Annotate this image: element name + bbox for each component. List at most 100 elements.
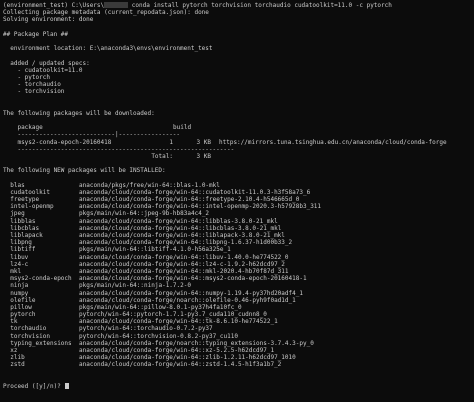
install-package-name: libuv — [10, 253, 29, 261]
terminal-window[interactable]: (environment_test) C:\Users\ conda insta… — [0, 0, 474, 402]
install-package-row: libcblas anaconda/cloud/conda-forge/win-6… — [3, 225, 474, 232]
install-package-spec: anaconda/cloud/conda-forge/win-64::libuv… — [79, 253, 289, 261]
install-package-name: pillow — [10, 303, 32, 311]
install-package-name: tk — [10, 318, 18, 326]
install-package-list: blas anaconda/pkgs/free/win-64::blas-1.0-… — [3, 182, 474, 369]
spec-item: - torchaudio — [17, 81, 61, 89]
install-package-row: zlib anaconda/cloud/conda-forge/win-64::z… — [3, 354, 474, 361]
install-package-name: freetype — [10, 196, 40, 204]
install-package-spec: anaconda/cloud/conda-forge/win-64::zstd-… — [79, 361, 282, 369]
install-package-row: libuv anaconda/cloud/conda-forge/win-64::… — [3, 254, 474, 261]
download-row: msys2-conda-epoch-20160418 1 3 KB https://m… — [3, 139, 474, 146]
install-package-name: blas — [10, 181, 25, 189]
command-text: conda install pytorch torchvision torcha… — [131, 2, 392, 9]
status-line: Solving environment: done — [3, 16, 94, 24]
install-package-row: freetype anaconda/cloud/conda-forge/win-6… — [3, 196, 474, 203]
download-size: 3 KB — [196, 138, 211, 146]
install-package-spec: anaconda/cloud/conda-forge/win-64::libla… — [79, 232, 285, 239]
install-package-spec: pytorch/win-64::pytorch-1.7.1-py3.7_cuda… — [79, 311, 267, 319]
install-package-row: liblapack anaconda/cloud/conda-forge/win-… — [3, 232, 474, 239]
specs-header: added / updated specs: — [10, 59, 90, 67]
status-line: Collecting package metadata (current_rep… — [3, 9, 209, 17]
install-package-name: libtiff — [10, 246, 36, 254]
install-package-spec: pkgs/main/win-64::libtiff-4.1.0-h56a325e… — [79, 246, 231, 254]
install-package-name: msys2-conda-epoch — [10, 275, 72, 283]
col-package: package — [17, 124, 43, 132]
download-channel: https://mirrors.tuna.tsinghua.edu.cn/ana… — [219, 138, 447, 146]
install-package-name: libpng — [10, 239, 32, 247]
spec-item: - torchvision — [17, 88, 65, 96]
install-package-spec: anaconda/cloud/conda-forge/noarch::typin… — [79, 339, 314, 347]
install-package-row: typing_extensions anaconda/cloud/conda-fo… — [3, 340, 474, 347]
download-build: 1 — [169, 138, 173, 146]
install-package-spec: anaconda/cloud/conda-forge/win-64::libcb… — [79, 224, 282, 232]
text-cursor — [65, 382, 70, 389]
install-package-spec: anaconda/cloud/conda-forge/win-64::lz4-c… — [79, 260, 285, 268]
install-package-row: lz4-c anaconda/cloud/conda-forge/win-64::… — [3, 261, 474, 268]
install-package-row: libpng anaconda/cloud/conda-forge/win-64:… — [3, 239, 474, 246]
install-package-spec: anaconda/cloud/conda-forge/win-64::xz-5.… — [79, 347, 275, 354]
install-package-row: torchvision pytorch/win-64::torchvision-0… — [3, 333, 474, 340]
install-package-spec: anaconda/cloud/conda-forge/win-64::freet… — [79, 196, 300, 204]
install-package-name: zstd — [10, 361, 25, 369]
install-package-name: ninja — [10, 282, 29, 290]
command-prefix: (environment_test) C:\Users\ — [3, 2, 105, 9]
install-package-row: libtiff pkgs/main/win-64::libtiff-4.1.0-h… — [3, 246, 474, 253]
spec-item: - pytorch — [17, 73, 50, 81]
install-package-row: ninja pkgs/main/win-64::ninja-1.7.2-0 — [3, 282, 474, 289]
install-package-row: olefile anaconda/cloud/conda-forge/noarch… — [3, 297, 474, 304]
download-header: The following packages will be downloade… — [3, 109, 155, 117]
col-build: build — [173, 124, 192, 132]
install-package-row: pillow pkgs/main/win-64::pillow-8.0.1-py3… — [3, 304, 474, 311]
spec-item: - cudatoolkit=11.0 — [17, 66, 83, 74]
install-package-row: libblas anaconda/cloud/conda-forge/win-64… — [3, 218, 474, 225]
install-package-name: zlib — [10, 354, 25, 362]
install-package-row: zstd anaconda/cloud/conda-forge/win-64::z… — [3, 361, 474, 368]
command-line: (environment_test) C:\Users\ conda insta… — [3, 2, 474, 9]
install-package-name: mkl — [10, 267, 22, 275]
install-package-row: xz anaconda/cloud/conda-forge/win-64::xz-… — [3, 347, 474, 354]
download-table-header: package build — [3, 124, 474, 131]
install-package-name: intel-openmp — [10, 203, 54, 211]
install-package-row: torchaudio pytorch/win-64::torchaudio-0.7… — [3, 325, 474, 332]
install-package-name: olefile — [10, 296, 36, 304]
install-package-spec: pkgs/main/win-64::ninja-1.7.2-0 — [79, 282, 191, 290]
install-header: The following NEW packages will be INSTA… — [3, 167, 166, 175]
install-package-spec: pkgs/main/win-64::jpeg-9b-hb83a4c4_2 — [79, 210, 210, 218]
install-package-name: torchaudio — [10, 325, 47, 333]
install-package-name: libblas — [10, 217, 36, 225]
install-package-row: numpy anaconda/cloud/conda-forge/win-64::… — [3, 290, 474, 297]
install-package-spec: anaconda/cloud/conda-forge/win-64::intel… — [79, 203, 322, 211]
install-package-spec: anaconda/cloud/conda-forge/win-64::cudat… — [79, 188, 311, 196]
install-package-row: blas anaconda/pkgs/free/win-64::blas-1.0-… — [3, 182, 474, 189]
proceed-prompt[interactable]: Proceed ([y]/n)? — [3, 382, 474, 390]
install-package-spec: pytorch/win-64::torchaudio-0.7.2-py37 — [79, 325, 213, 333]
install-package-row: jpeg pkgs/main/win-64::jpeg-9b-hb83a4c4_2 — [3, 210, 474, 217]
install-package-name: xz — [10, 347, 18, 354]
install-package-row: msys2-conda-epoch anaconda/cloud/conda-fo… — [3, 275, 474, 282]
install-package-spec: anaconda/cloud/conda-forge/win-64::mkl-2… — [79, 267, 289, 275]
plan-header: ## Package Plan ## — [3, 30, 69, 38]
install-package-name: numpy — [10, 289, 29, 297]
install-package-row: mkl anaconda/cloud/conda-forge/win-64::mk… — [3, 268, 474, 275]
install-package-name: torchvision — [10, 332, 50, 340]
install-package-spec: anaconda/cloud/conda-forge/noarch::olefi… — [79, 296, 296, 304]
install-package-name: libcblas — [10, 224, 40, 232]
redacted-username — [104, 2, 129, 8]
install-package-row: pytorch pytorch/win-64::pytorch-1.7.1-py3… — [3, 311, 474, 318]
install-package-spec: anaconda/cloud/conda-forge/win-64::msys2… — [79, 275, 307, 283]
install-package-name: liblapack — [10, 232, 43, 239]
download-total: Total: 3 KB — [151, 152, 211, 160]
install-package-row: cudatoolkit anaconda/cloud/conda-forge/wi… — [3, 189, 474, 196]
install-package-name: typing_extensions — [10, 339, 72, 347]
install-package-name: pytorch — [10, 311, 36, 319]
install-package-name: lz4-c — [10, 260, 29, 268]
download-table-rule: ---------------------------|------------… — [17, 131, 181, 139]
env-location: environment location: E:\anaconda3\envs\… — [10, 45, 213, 53]
install-package-name: jpeg — [10, 210, 25, 218]
install-package-row: tk anaconda/cloud/conda-forge/win-64::tk-… — [3, 318, 474, 325]
install-package-spec: pkgs/main/win-64::pillow-8.0.1-py37h4fa1… — [79, 303, 242, 311]
install-package-spec: anaconda/cloud/conda-forge/win-64::tk-8.… — [79, 318, 278, 326]
install-package-name: cudatoolkit — [10, 188, 50, 196]
install-package-spec: anaconda/pkgs/free/win-64::blas-1.0-mkl — [79, 181, 220, 189]
